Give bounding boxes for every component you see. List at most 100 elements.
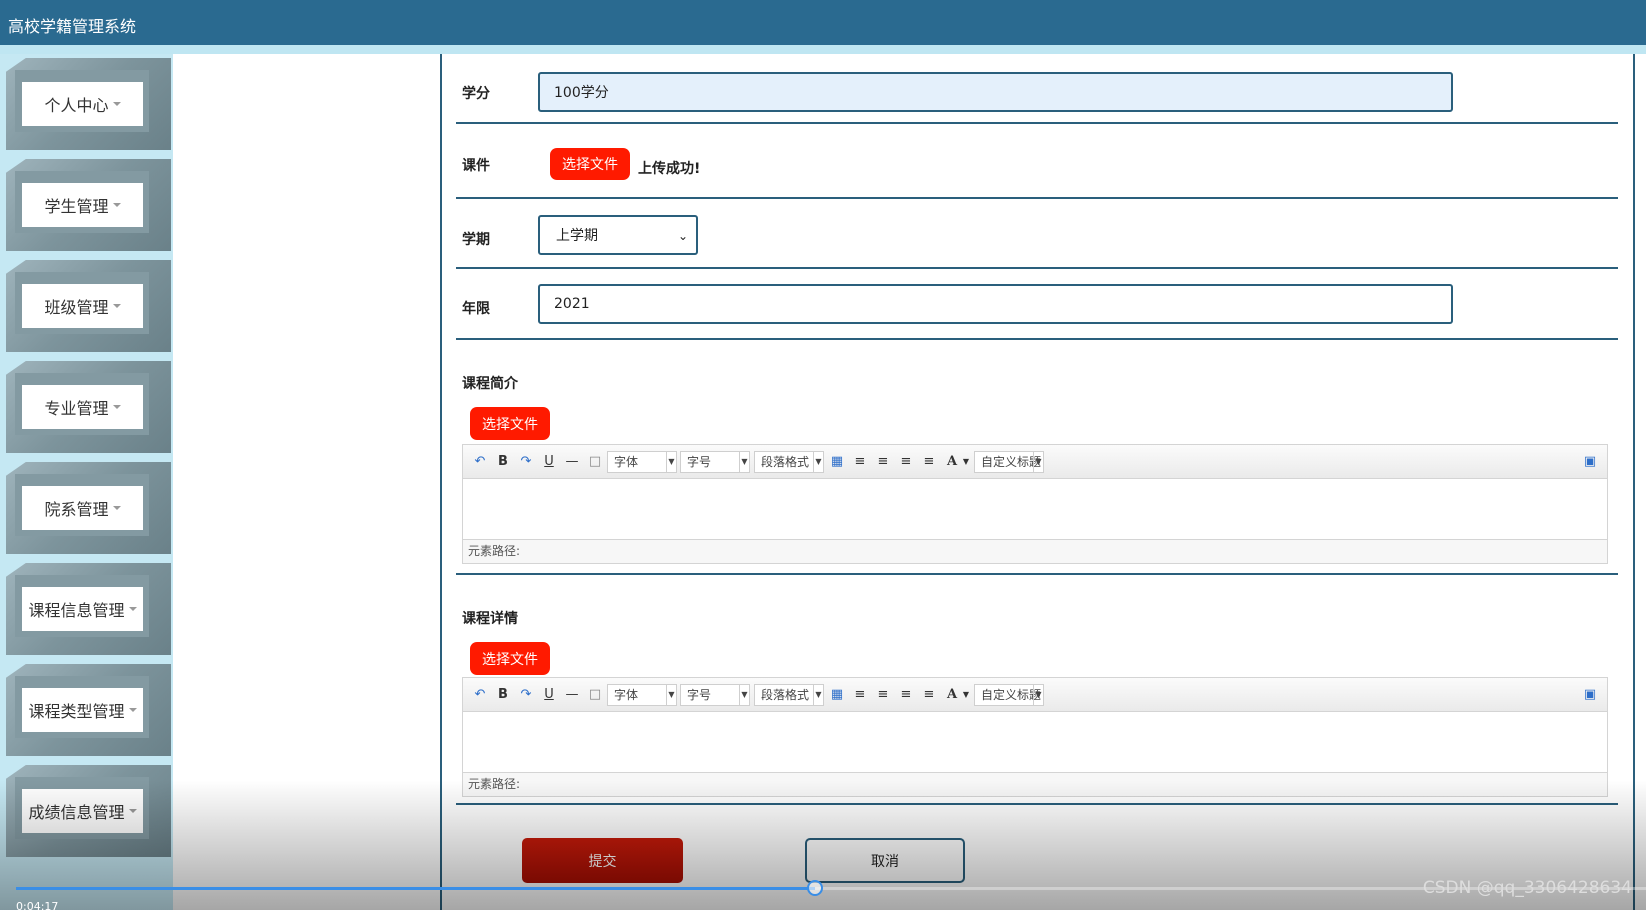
cancel-button[interactable]: 取消: [805, 838, 965, 883]
table-icon[interactable]: ▦: [828, 685, 846, 703]
credit-input[interactable]: 100学分: [538, 72, 1453, 112]
choose-file-button[interactable]: 选择文件: [470, 642, 550, 675]
table-icon[interactable]: ▦: [828, 452, 846, 470]
sidebar: 个人中心 学生管理 班级管理 专业管理 院系管理 课程信息管理 课程类型管理 成…: [0, 54, 173, 910]
caret-down-icon: [128, 607, 137, 611]
sidebar-item-major-management[interactable]: 专业管理: [0, 357, 173, 457]
horizontal-rule-icon[interactable]: —: [563, 685, 581, 703]
bold-icon[interactable]: B: [494, 452, 512, 470]
choose-file-button[interactable]: 选择文件: [550, 148, 630, 180]
dropdown-arrow-icon: ▼: [666, 452, 676, 472]
sidebar-item-label: 成绩信息管理: [28, 803, 125, 822]
align-right-icon[interactable]: ≡: [874, 685, 892, 703]
semester-row: 学期 上学期 ⌄: [456, 199, 1618, 269]
sidebar-item-class-management[interactable]: 班级管理: [0, 256, 173, 356]
sidebar-button[interactable]: 学生管理: [22, 183, 143, 227]
sidebar-item-label: 课程类型管理: [28, 702, 125, 721]
sidebar-item-student-management[interactable]: 学生管理: [0, 155, 173, 255]
sidebar-item-grade-info-management[interactable]: 成绩信息管理: [0, 761, 173, 861]
align-justify-icon[interactable]: ≡: [920, 685, 938, 703]
submit-button[interactable]: 提交: [522, 838, 683, 883]
align-left-icon[interactable]: ≡: [851, 685, 869, 703]
fullscreen-icon[interactable]: ▣: [1581, 685, 1599, 703]
choose-file-button[interactable]: 选择文件: [470, 407, 550, 440]
sidebar-button[interactable]: 个人中心: [22, 82, 143, 126]
sidebar-item-department-management[interactable]: 院系管理: [0, 458, 173, 558]
redo-icon[interactable]: ↷: [517, 452, 535, 470]
courseware-row: 课件 选择文件 上传成功!: [456, 124, 1618, 199]
font-size-select[interactable]: 字号 ▼: [680, 684, 750, 706]
dropdown-arrow-icon: ▼: [739, 452, 749, 472]
video-time: 0:04:17: [16, 900, 59, 910]
sidebar-button[interactable]: 班级管理: [22, 284, 143, 328]
caret-down-icon: [128, 708, 137, 712]
sidebar-button[interactable]: 院系管理: [22, 486, 143, 530]
paragraph-format-select[interactable]: 段落格式 ▼: [754, 451, 824, 473]
font-size-select[interactable]: 字号 ▼: [680, 451, 750, 473]
align-center-icon[interactable]: ≡: [897, 685, 915, 703]
fullscreen-icon[interactable]: ▣: [1581, 452, 1599, 470]
align-left-icon[interactable]: ≡: [851, 452, 869, 470]
page-icon[interactable]: □: [586, 452, 604, 470]
sidebar-item-course-info-management[interactable]: 课程信息管理: [0, 559, 173, 659]
rich-text-editor: ↶ B ↷ U — □ 字体 ▼ 字号 ▼ 段落格式 ▼ ▦ ≡ ≡ ≡ ≡ A ▼ …: [462, 677, 1608, 797]
intro-row: 课程简介 选择文件 ↶ B ↷ U — □ 字体 ▼ 字号 ▼ 段落格式 ▼ ▦ ≡ …: [456, 340, 1618, 575]
dropdown-arrow-icon[interactable]: ▼: [957, 685, 975, 703]
underline-icon[interactable]: U: [540, 685, 558, 703]
custom-title-select[interactable]: 自定义标题 ▼: [974, 451, 1044, 473]
horizontal-rule-icon[interactable]: —: [563, 452, 581, 470]
custom-title-select[interactable]: 自定义标题 ▼: [974, 684, 1044, 706]
years-input[interactable]: 2021: [538, 284, 1453, 324]
undo-icon[interactable]: ↶: [471, 685, 489, 703]
sidebar-item-label: 班级管理: [44, 298, 109, 317]
sidebar-item-course-type-management[interactable]: 课程类型管理: [0, 660, 173, 760]
sidebar-item-label: 课程信息管理: [28, 601, 125, 620]
sidebar-item-personal-center[interactable]: 个人中心: [0, 54, 173, 154]
sidebar-button[interactable]: 课程信息管理: [22, 587, 143, 631]
align-justify-icon[interactable]: ≡: [920, 452, 938, 470]
paragraph-format-select[interactable]: 段落格式 ▼: [754, 684, 824, 706]
top-bar: 高校学籍管理系统: [0, 0, 1646, 45]
sidebar-button[interactable]: 成绩信息管理: [22, 789, 143, 833]
intro-label: 课程简介: [462, 376, 518, 392]
sidebar-button[interactable]: 专业管理: [22, 385, 143, 429]
editor-toolbar: ↶ B ↷ U — □ 字体 ▼ 字号 ▼ 段落格式 ▼ ▦ ≡ ≡ ≡ ≡ A ▼ …: [463, 678, 1607, 712]
editor-content-area[interactable]: [463, 479, 1607, 539]
element-path: 元素路径:: [463, 539, 1607, 563]
dropdown-arrow-icon: ▼: [1033, 685, 1043, 705]
page-icon[interactable]: □: [586, 685, 604, 703]
dropdown-arrow-icon: ▼: [813, 452, 823, 472]
semester-select[interactable]: 上学期 ⌄: [538, 215, 698, 255]
font-family-select[interactable]: 字体 ▼: [607, 451, 677, 473]
editor-content-area[interactable]: [463, 712, 1607, 772]
sidebar-item-label: 专业管理: [44, 399, 109, 418]
video-progress-bar[interactable]: [16, 880, 1646, 896]
video-progress-fill: [16, 887, 815, 890]
align-right-icon[interactable]: ≡: [874, 452, 892, 470]
caret-down-icon: [112, 203, 121, 207]
years-label: 年限: [462, 301, 490, 317]
element-path: 元素路径:: [463, 772, 1607, 796]
sidebar-item-label: 个人中心: [44, 96, 109, 115]
dropdown-arrow-icon: ▼: [813, 685, 823, 705]
align-center-icon[interactable]: ≡: [897, 452, 915, 470]
years-row: 年限 2021: [456, 269, 1618, 340]
caret-down-icon: [112, 102, 121, 106]
editor-toolbar: ↶ B ↷ U — □ 字体 ▼ 字号 ▼ 段落格式 ▼ ▦ ≡ ≡ ≡ ≡ A ▼ …: [463, 445, 1607, 479]
caret-down-icon: [112, 304, 121, 308]
caret-down-icon: [112, 405, 121, 409]
semester-select-value: 上学期: [556, 228, 598, 244]
sidebar-button[interactable]: 课程类型管理: [22, 688, 143, 732]
redo-icon[interactable]: ↷: [517, 685, 535, 703]
undo-icon[interactable]: ↶: [471, 452, 489, 470]
sidebar-item-label: 院系管理: [44, 500, 109, 519]
semester-label: 学期: [462, 232, 490, 248]
dropdown-arrow-icon[interactable]: ▼: [957, 452, 975, 470]
form-panel: 学分 100学分 课件 选择文件 上传成功! 学期 上学期 ⌄ 年限 2021 …: [440, 54, 1635, 910]
underline-icon[interactable]: U: [540, 452, 558, 470]
upload-status: 上传成功!: [638, 161, 701, 177]
video-progress-handle[interactable]: [806, 880, 823, 896]
font-family-select[interactable]: 字体 ▼: [607, 684, 677, 706]
bold-icon[interactable]: B: [494, 685, 512, 703]
watermark: CSDN @qq_3306428634: [1422, 878, 1632, 898]
